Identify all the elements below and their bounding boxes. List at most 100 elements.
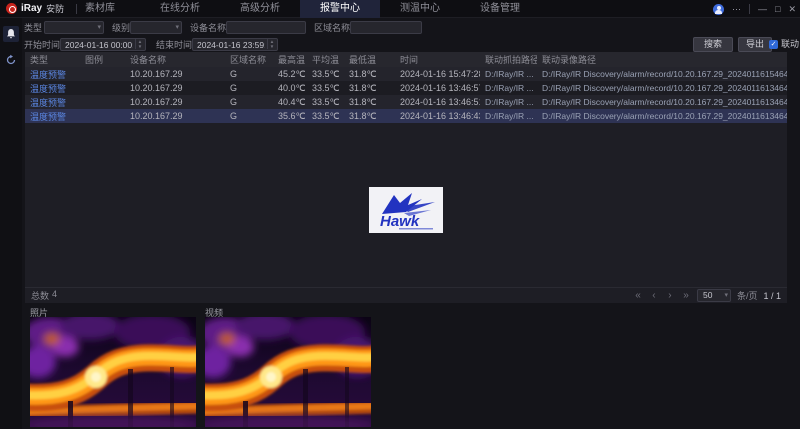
chevron-down-icon: ▾ [724, 290, 728, 301]
level-filter-select[interactable]: ▾ [130, 21, 182, 34]
total-value: 4 [52, 289, 57, 302]
region-name-input[interactable] [350, 21, 422, 34]
column-header: 区域名称 [225, 53, 273, 66]
alarm-bell-icon[interactable] [3, 26, 19, 42]
column-header: 平均温 [307, 53, 344, 66]
column-header: 设备名称 [125, 53, 225, 66]
filter-bar: 类型 ▾ 级别 ▾ 设备名称 区域名称 开始时间 ▲▼ 结束时间 ▲▼ 搜索 导… [22, 18, 800, 54]
cell-min_temp: 31.8℃ [344, 83, 395, 94]
last-page-icon[interactable]: » [681, 289, 691, 303]
page-size-value: 50 [703, 290, 712, 300]
thermal-photo-preview[interactable] [30, 317, 196, 427]
total-count: 总数 4 [25, 289, 57, 302]
cell-max_temp: 40.4℃ [273, 97, 307, 108]
watermark-text: Hawk [380, 213, 420, 230]
cell-max_temp: 35.6℃ [273, 111, 307, 122]
page-indicator: 1 / 1 [763, 291, 781, 301]
table-row[interactable]: 温度预警10.20.167.29G35.6℃33.5℃31.8℃2024-01-… [25, 109, 787, 123]
thermal-video-preview[interactable] [205, 317, 371, 427]
table-row[interactable]: 温度预警 10.20.167.29G40.4℃33.5℃31.8℃2024-01-… [25, 95, 787, 109]
end-time-label: 结束时间 [156, 39, 192, 52]
hawk-watermark: Hawk [369, 187, 443, 233]
history-refresh-icon[interactable] [3, 52, 19, 68]
left-sidebar [0, 18, 22, 429]
cell-region: G [225, 111, 273, 121]
brand-icon [6, 3, 17, 14]
nav-tabs: 素材库在线分析高级分析报警中心测温中心设备管理 [60, 0, 540, 18]
tab-测温中心[interactable]: 测温中心 [380, 0, 460, 18]
tab-在线分析[interactable]: 在线分析 [140, 0, 220, 18]
search-button[interactable]: 搜索 [693, 37, 733, 52]
table-row[interactable]: 温度预警 10.20.167.29G40.0℃33.5℃31.8℃2024-01-… [25, 81, 787, 95]
cell-region: G [225, 83, 273, 93]
time-spinner-icon[interactable]: ▲▼ [267, 38, 276, 49]
column-header: 图例 [80, 53, 125, 66]
app-window: iRay 安防 素材库在线分析高级分析报警中心测温中心设备管理 ⋯ — □ ✕ … [0, 0, 800, 429]
end-time-input[interactable] [192, 38, 278, 51]
cell-device: 10.20.167.29 [125, 83, 225, 93]
table-body: 温度预警10.20.167.29G45.2℃33.5℃31.8℃2024-01-… [25, 67, 787, 287]
close-button[interactable]: ✕ [788, 0, 796, 18]
cell-device: 10.20.167.29 [125, 111, 225, 121]
cell-snapshot_path: D:/IRay/IR ... [480, 83, 537, 93]
cell-time: 2024-01-16 15:47:28 [395, 69, 480, 79]
type-filter-label: 类型 [24, 22, 42, 35]
linkage-checkbox-label: 联动 [781, 39, 799, 50]
cell-type: 温度预警 [25, 96, 80, 109]
tab-高级分析[interactable]: 高级分析 [220, 0, 300, 18]
cell-time: 2024-01-16 13:46:51 [395, 97, 480, 107]
cell-record_path: D:/IRay/IR Discovery/alarm/record/10.20.… [537, 69, 787, 79]
cell-snapshot_path: D:/IRay/IR ... [480, 69, 537, 79]
table-header-row: 类型图例设备名称区域名称最高温平均温最低温时间联动抓拍路径联动录像路径 [25, 52, 787, 67]
column-header: 联动抓拍路径 [480, 53, 537, 66]
cell-type: 温度预警 [25, 82, 80, 95]
alarm-table: 类型图例设备名称区域名称最高温平均温最低温时间联动抓拍路径联动录像路径 温度预警… [25, 52, 787, 303]
cell-record_path: D:/IRay/IR Discovery/alarm/record/10.20.… [537, 97, 787, 107]
tab-素材库[interactable]: 素材库 [60, 0, 140, 18]
cell-min_temp: 31.8℃ [344, 111, 395, 122]
per-page-label: 条/页 [737, 289, 758, 302]
column-header: 类型 [25, 53, 80, 66]
total-label: 总数 [31, 289, 49, 302]
start-time-label: 开始时间 [24, 39, 60, 52]
cell-device: 10.20.167.29 [125, 97, 225, 107]
page-size-select[interactable]: 50 ▾ [697, 289, 731, 302]
user-avatar-icon[interactable] [713, 4, 724, 15]
cell-min_temp: 31.8℃ [344, 97, 395, 108]
export-button[interactable]: 导出 [738, 37, 772, 52]
column-header: 联动录像路径 [537, 53, 787, 66]
cell-min_temp: 31.8℃ [344, 69, 395, 80]
cell-device: 10.20.167.29 [125, 69, 225, 79]
start-time-input[interactable] [60, 38, 146, 51]
cell-avg_temp: 33.5℃ [307, 111, 344, 122]
linkage-checkbox[interactable]: ✓ [769, 40, 778, 49]
chevron-down-icon: ▾ [175, 22, 179, 33]
prev-page-icon[interactable]: ‹ [649, 289, 659, 303]
more-menu-icon[interactable]: ⋯ [732, 0, 741, 18]
tab-设备管理[interactable]: 设备管理 [460, 0, 540, 18]
tab-报警中心[interactable]: 报警中心 [300, 0, 380, 18]
cell-time: 2024-01-16 13:46:57 [395, 83, 480, 93]
next-page-icon[interactable]: › [665, 289, 675, 303]
first-page-icon[interactable]: « [633, 289, 643, 303]
device-name-input[interactable] [226, 21, 306, 34]
cell-type: 温度预警 [25, 110, 80, 123]
cell-snapshot_path: D:/IRay/IR ... [480, 97, 537, 107]
window-controls: ⋯ — □ ✕ [713, 0, 796, 18]
cell-avg_temp: 33.5℃ [307, 83, 344, 94]
brand-name: iRay [21, 3, 42, 14]
time-spinner-icon[interactable]: ▲▼ [135, 38, 144, 49]
cell-max_temp: 40.0℃ [273, 83, 307, 94]
cell-region: G [225, 97, 273, 107]
column-header: 最低温 [344, 53, 395, 66]
pagination: « ‹ › » 50 ▾ 条/页 1 / 1 [633, 289, 781, 303]
device-name-label: 设备名称 [190, 22, 226, 35]
cell-record_path: D:/IRay/IR Discovery/alarm/record/10.20.… [537, 83, 787, 93]
minimize-button[interactable]: — [758, 0, 767, 18]
cell-avg_temp: 33.5℃ [307, 97, 344, 108]
table-row[interactable]: 温度预警10.20.167.29G45.2℃33.5℃31.8℃2024-01-… [25, 67, 787, 81]
table-footer: 总数 4 « ‹ › » 50 ▾ 条/页 1 / 1 [25, 287, 787, 303]
cell-type: 温度预警 [25, 68, 80, 81]
maximize-button[interactable]: □ [775, 0, 780, 18]
type-filter-select[interactable]: ▾ [44, 21, 104, 34]
